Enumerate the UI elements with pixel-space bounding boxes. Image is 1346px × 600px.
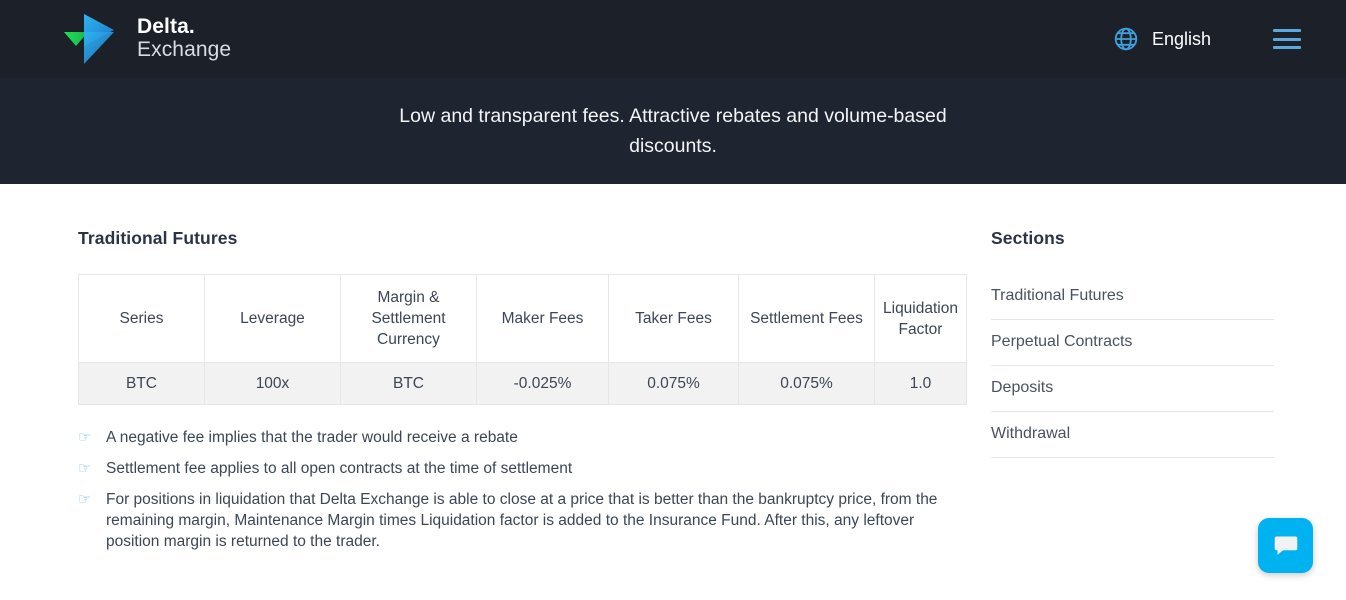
column-header-taker-fees: Taker Fees: [609, 275, 739, 363]
header-actions: English: [1113, 26, 1301, 52]
cell-leverage: 100x: [205, 363, 341, 405]
globe-icon: [1113, 26, 1139, 52]
note-item: ☞ A negative fee implies that the trader…: [78, 427, 966, 448]
column-header-maker-fees: Maker Fees: [477, 275, 609, 363]
hero-text: Low and transparent fees. Attractive reb…: [373, 101, 973, 161]
note-text: A negative fee implies that the trader w…: [106, 427, 518, 448]
cell-taker-fees: 0.075%: [609, 363, 739, 405]
sidebar-item-withdrawal[interactable]: Withdrawal: [991, 412, 1274, 458]
sidebar-item-traditional-futures[interactable]: Traditional Futures: [991, 274, 1274, 320]
hamburger-bar: [1273, 46, 1301, 49]
column-header-series: Series: [79, 275, 205, 363]
hamburger-bar: [1273, 38, 1301, 41]
sidebar-links: Traditional Futures Perpetual Contracts …: [991, 274, 1274, 458]
language-label: English: [1152, 29, 1211, 50]
table-header-row: Series Leverage Margin & Settlement Curr…: [79, 275, 967, 363]
note-item: ☞ For positions in liquidation that Delt…: [78, 489, 966, 552]
column-header-settlement-fees: Settlement Fees: [739, 275, 875, 363]
note-text: For positions in liquidation that Delta …: [106, 489, 958, 552]
hamburger-bar: [1273, 29, 1301, 32]
sections-sidebar: Sections Traditional Futures Perpetual C…: [991, 228, 1274, 562]
main-column: Traditional Futures Series Leverage Marg…: [78, 228, 966, 562]
note-item: ☞ Settlement fee applies to all open con…: [78, 458, 966, 479]
cell-margin-currency: BTC: [341, 363, 477, 405]
cell-series: BTC: [79, 363, 205, 405]
site-header: Delta. Exchange English: [0, 0, 1346, 78]
brand-line-1: Delta.: [137, 16, 231, 39]
pointing-hand-icon: ☞: [78, 461, 98, 476]
hamburger-menu-icon[interactable]: [1273, 29, 1301, 49]
notes-list: ☞ A negative fee implies that the trader…: [78, 427, 966, 552]
brand-line-2: Exchange: [137, 39, 231, 62]
column-header-margin-settlement-currency: Margin & Settlement Currency: [341, 275, 477, 363]
pointing-hand-icon: ☞: [78, 492, 98, 507]
cell-settlement-fees: 0.075%: [739, 363, 875, 405]
sidebar-item-perpetual-contracts[interactable]: Perpetual Contracts: [991, 320, 1274, 366]
hero-banner: Low and transparent fees. Attractive reb…: [0, 78, 1346, 184]
sidebar-title: Sections: [991, 228, 1274, 249]
chat-widget-button[interactable]: [1258, 518, 1313, 573]
chat-bubble-icon: [1273, 534, 1299, 558]
page-content: Traditional Futures Series Leverage Marg…: [0, 184, 1346, 562]
note-text: Settlement fee applies to all open contr…: [106, 458, 572, 479]
column-header-leverage: Leverage: [205, 275, 341, 363]
fees-table: Series Leverage Margin & Settlement Curr…: [78, 274, 967, 405]
column-header-liquidation-factor: Liquidation Factor: [875, 275, 967, 363]
table-row: BTC 100x BTC -0.025% 0.075% 0.075% 1.0: [79, 363, 967, 405]
language-selector[interactable]: English: [1113, 26, 1211, 52]
page-title: Traditional Futures: [78, 228, 966, 249]
sidebar-item-deposits[interactable]: Deposits: [991, 366, 1274, 412]
delta-logo-icon: [62, 12, 120, 66]
cell-liquidation-factor: 1.0: [875, 363, 967, 405]
brand-wordmark: Delta. Exchange: [137, 16, 231, 61]
cell-maker-fees: -0.025%: [477, 363, 609, 405]
brand-logo[interactable]: Delta. Exchange: [62, 12, 231, 66]
pointing-hand-icon: ☞: [78, 430, 98, 445]
